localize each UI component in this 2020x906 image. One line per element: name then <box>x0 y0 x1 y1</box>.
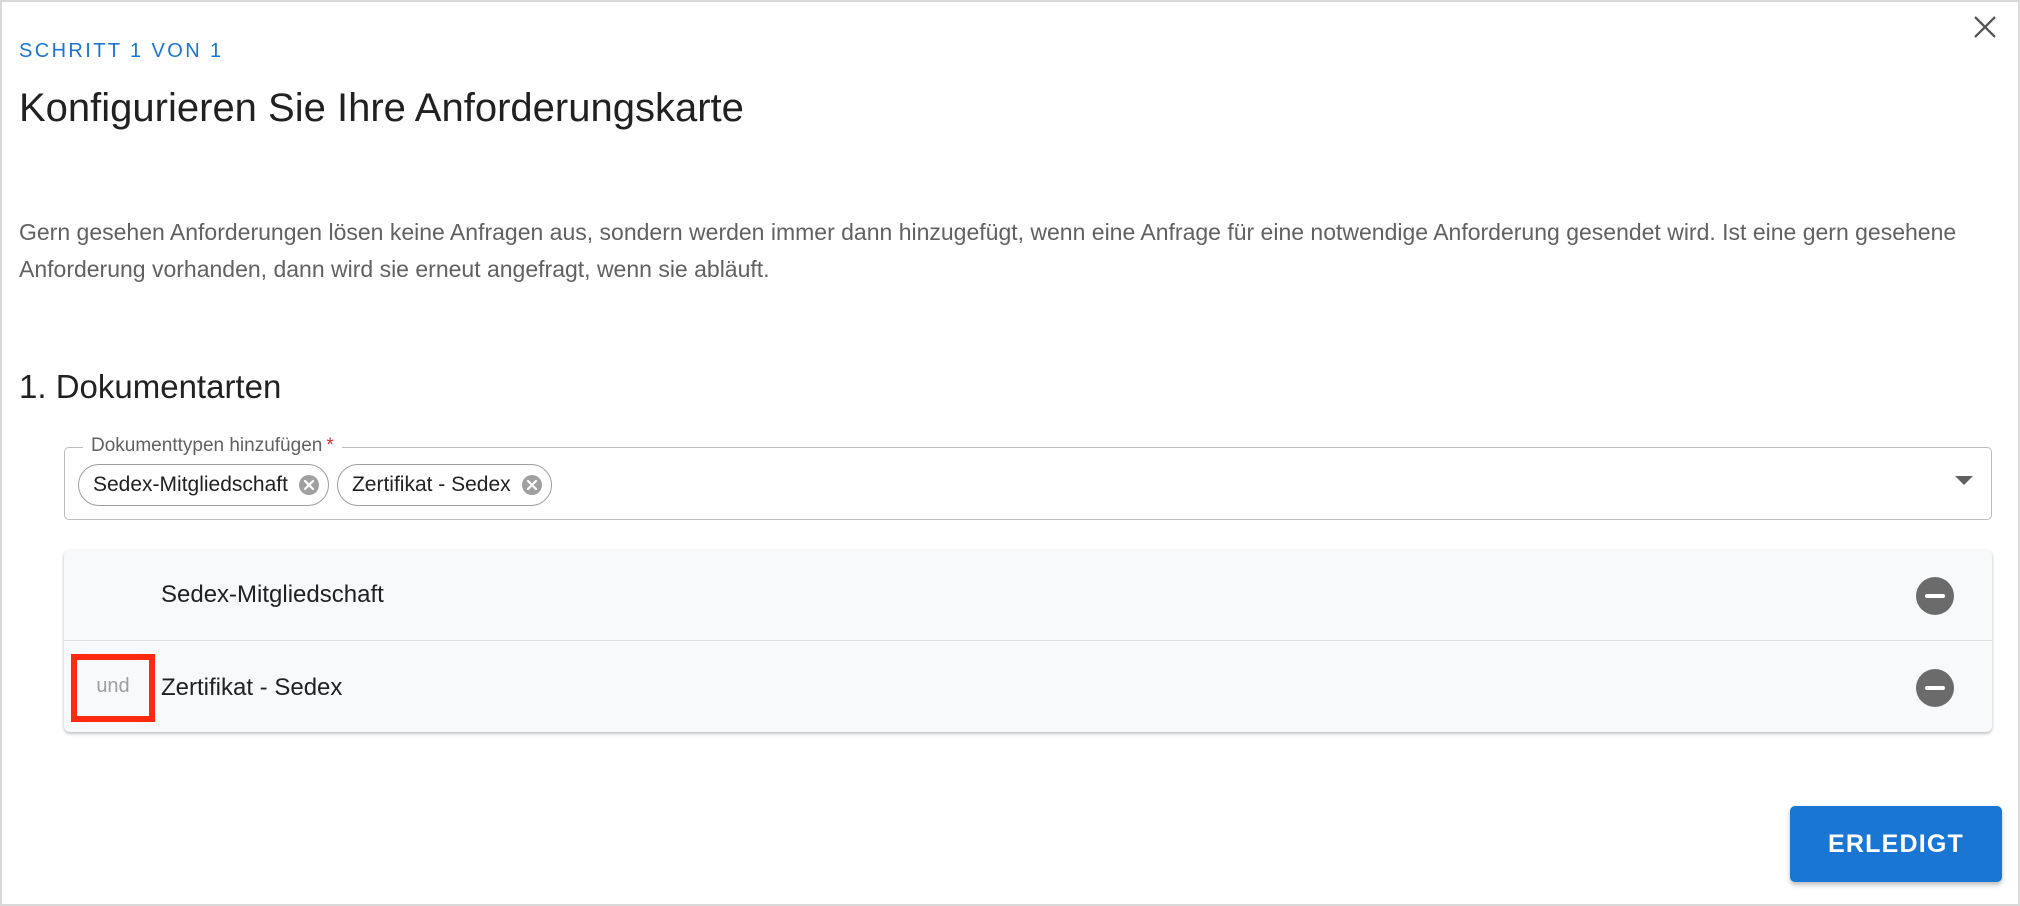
remove-button[interactable] <box>1916 669 1954 707</box>
dropdown-arrow-icon[interactable] <box>1955 476 1973 485</box>
list-item: Sedex-Mitgliedschaft <box>64 550 1992 641</box>
done-button[interactable]: ERLEDIGT <box>1790 806 2002 882</box>
document-types-select[interactable]: Dokumenttypen hinzufügen * Sedex-Mitglied… <box>64 434 1992 520</box>
requirement-card-dialog: SCHRITT 1 VON 1 Konfigurieren Sie Ihre A… <box>0 0 2020 906</box>
list-item-label: Zertifikat - Sedex <box>161 674 343 701</box>
close-icon <box>1974 16 1996 38</box>
list-item: Zertifikat - Sedex <box>64 641 1992 732</box>
select-label: Dokumenttypen hinzufügen * <box>83 434 342 458</box>
remove-circle-icon <box>1925 594 1945 598</box>
connector-highlight: und <box>71 654 155 722</box>
remove-button[interactable] <box>1916 577 1954 615</box>
chip-label: Sedex-Mitgliedschaft <box>93 473 288 496</box>
chip-delete-button[interactable] <box>519 472 545 498</box>
dialog-description: Gern gesehen Anforderungen lösen keine A… <box>19 219 1957 282</box>
dialog-title: Konfigurieren Sie Ihre Anforderungskarte <box>19 86 744 130</box>
required-mark: * <box>326 435 334 456</box>
section-title: 1. Dokumentarten <box>19 368 282 405</box>
step-indicator: SCHRITT 1 VON 1 <box>19 40 224 62</box>
cancel-circle-icon <box>521 475 542 495</box>
chip[interactable]: Sedex-Mitgliedschaft <box>78 464 329 506</box>
chip-list: Sedex-Mitgliedschaft Zertifikat - Sedex <box>78 464 552 506</box>
connector-label: und <box>96 675 130 697</box>
remove-circle-icon <box>1925 686 1945 690</box>
close-button[interactable] <box>1968 10 2002 44</box>
chip-delete-button[interactable] <box>296 472 322 498</box>
cancel-circle-icon <box>298 475 319 495</box>
select-label-text: Dokumenttypen hinzufügen <box>91 435 323 456</box>
chip[interactable]: Zertifikat - Sedex <box>336 464 552 506</box>
list-item-label: Sedex-Mitgliedschaft <box>161 581 384 608</box>
chip-label: Zertifikat - Sedex <box>351 473 511 496</box>
document-type-list: Sedex-Mitgliedschaft Zertifikat - Sedex <box>64 550 1992 732</box>
